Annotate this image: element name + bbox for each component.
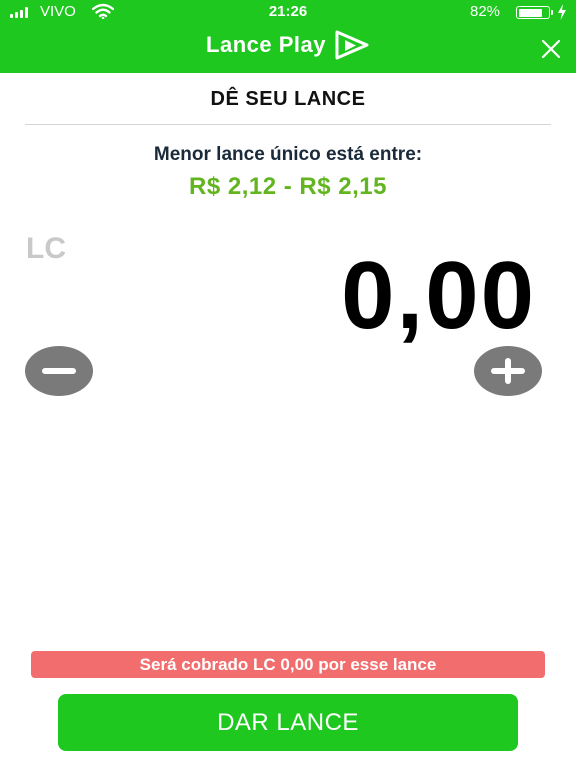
close-icon[interactable] [540,38,562,60]
submit-bid-button[interactable]: DAR LANCE [58,694,518,751]
increment-button[interactable] [474,346,542,396]
range-value: R$ 2,12 - R$ 2,15 [189,173,387,200]
brand: Lance Play [0,30,576,60]
divider [25,124,551,125]
range-label: Menor lance único está entre: [153,144,423,165]
charging-bolt-icon [558,4,566,20]
status-bar: VIVO 21:26 82% [0,0,576,24]
brand-name: Lance Play [206,32,326,57]
bid-amount: 0,00 [341,242,536,349]
charge-notice: Será cobrado LC 0,00 por esse lance [31,651,545,678]
battery-percent: 82% [470,3,501,20]
currency-label: LC [26,232,66,265]
minus-icon [42,368,76,374]
lance-play-logo-icon [335,30,369,60]
battery-icon [516,6,550,19]
battery-level-fill [518,8,542,17]
app-header: VIVO 21:26 82% Lance Play [0,0,576,73]
decrement-button[interactable] [25,346,93,396]
page-title: DÊ SEU LANCE [210,88,366,110]
battery-cap [551,10,553,15]
